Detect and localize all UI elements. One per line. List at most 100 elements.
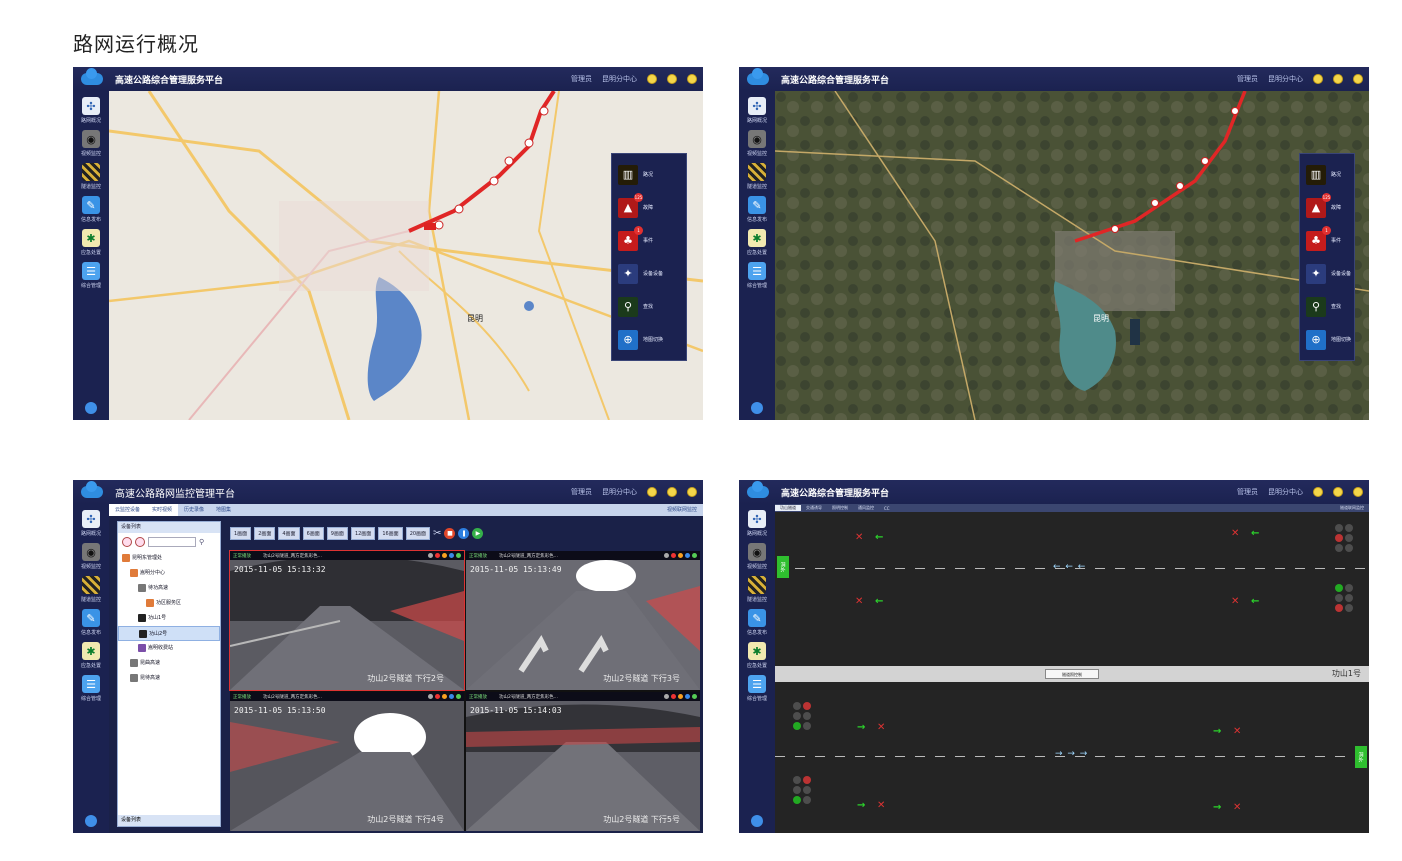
play-icon[interactable] xyxy=(692,694,697,699)
tool-search[interactable]: ⚲ 查找 xyxy=(1300,290,1354,323)
collapse-icon[interactable] xyxy=(135,537,145,547)
tools-icon[interactable]: ✂ xyxy=(433,528,441,539)
tree-node[interactable]: 功山1号 xyxy=(118,611,220,626)
play-icon[interactable]: ▶ xyxy=(472,527,484,539)
stop-icon[interactable]: ■ xyxy=(444,527,456,539)
layout-button[interactable]: 4画面 xyxy=(278,526,300,540)
sidebar-item-tunnel[interactable]: 隧道监控 xyxy=(739,163,775,190)
sidebar-item-road-overview[interactable]: ✣ 路网概况 xyxy=(739,97,775,124)
tool-search[interactable]: ⚲ 查找 xyxy=(612,290,686,323)
settings-icon[interactable] xyxy=(685,553,690,558)
tree-node-selected[interactable]: 功山2号 xyxy=(118,626,220,641)
minimize-icon[interactable] xyxy=(1313,74,1323,84)
close-icon[interactable] xyxy=(1353,487,1363,497)
tree-node[interactable]: 昆曲高速 xyxy=(118,656,220,671)
pause-icon[interactable]: ❚ xyxy=(458,527,470,539)
user-avatar-icon[interactable] xyxy=(751,815,763,827)
video-cell[interactable]: 正常播放 功山2号隧道_两方定焦彩色... 2015-11-05 15:13:32… xyxy=(229,550,465,691)
snapshot-icon[interactable] xyxy=(428,694,433,699)
tree-node[interactable]: 嵩明分中心 xyxy=(118,566,220,581)
sidebar-item-info[interactable]: ✎ 信息发布 xyxy=(739,609,775,636)
video-cell[interactable]: 正常播放 功山2号隧道_两方定焦彩色... 2015-11-05 15:13:50… xyxy=(230,692,464,831)
maximize-icon[interactable] xyxy=(667,487,677,497)
center-name[interactable]: 昆明分中心 xyxy=(1268,487,1303,497)
settings-icon[interactable] xyxy=(449,694,454,699)
tab-map-set[interactable]: 地图集 xyxy=(210,504,237,516)
record-icon[interactable] xyxy=(671,694,676,699)
tab-video-network[interactable]: 视频联网监控 xyxy=(661,504,703,516)
sidebar-item-emergency[interactable]: ✱ 应急处置 xyxy=(739,229,775,256)
user-avatar-icon[interactable] xyxy=(85,815,97,827)
layout-button[interactable]: 12画面 xyxy=(350,526,376,540)
tool-traffic[interactable]: ▥ 路况 xyxy=(612,158,686,191)
sidebar-item-management[interactable]: ☰ 综合管理 xyxy=(73,262,109,289)
sidebar-item-video[interactable]: ◉ 视频监控 xyxy=(739,543,775,570)
tool-event[interactable]: ♣ 1 事件 xyxy=(1300,224,1354,257)
tree-node[interactable]: 待功高速 xyxy=(118,581,220,596)
sidebar-item-management[interactable]: ☰ 综合管理 xyxy=(739,262,775,289)
sidebar-item-tunnel[interactable]: 隧道监控 xyxy=(739,576,775,603)
refresh-icon[interactable] xyxy=(122,537,132,547)
tab-history-recording[interactable]: 历史录像 xyxy=(178,504,210,516)
satellite-map[interactable]: 昆明 ▥ 路况 ▲ 125 故障 ♣ 1 事件 ✦ 设备设备 ⚲ 查找 ⊕ 地图切换 xyxy=(775,91,1369,420)
video-cell[interactable]: 正常播放 功山2号隧道_两方定焦彩色... 2015-11-05 15:14:03… xyxy=(466,692,700,831)
tab-cloud-device[interactable]: 云监控设备 xyxy=(109,504,147,516)
user-name[interactable]: 管理员 xyxy=(571,487,592,497)
play-icon[interactable] xyxy=(692,553,697,558)
maximize-icon[interactable] xyxy=(1333,74,1343,84)
user-avatar-icon[interactable] xyxy=(751,402,763,414)
tool-device[interactable]: ✦ 设备设备 xyxy=(1300,257,1354,290)
zoom-icon[interactable] xyxy=(442,553,447,558)
sidebar-item-info[interactable]: ✎ 信息发布 xyxy=(73,609,109,636)
sidebar-item-info[interactable]: ✎ 信息发布 xyxy=(73,196,109,223)
sidebar-item-tunnel[interactable]: 隧道监控 xyxy=(73,576,109,603)
close-icon[interactable] xyxy=(687,487,697,497)
tool-traffic[interactable]: ▥ 路况 xyxy=(1300,158,1354,191)
record-icon[interactable] xyxy=(435,694,440,699)
user-name[interactable]: 管理员 xyxy=(571,74,592,84)
satellite-map-canvas[interactable] xyxy=(775,91,1369,420)
road-map[interactable]: 昆明 ▥ 路况 ▲ 125 故障 ♣ 1 事件 ✦ 设备设备 ⚲ 查找 ⊕ 地图切换 xyxy=(109,91,703,420)
center-name[interactable]: 昆明分中心 xyxy=(1268,74,1303,84)
sidebar-item-emergency[interactable]: ✱ 应急处置 xyxy=(739,642,775,669)
tree-node[interactable]: 功区服务区 xyxy=(118,596,220,611)
record-icon[interactable] xyxy=(671,553,676,558)
close-icon[interactable] xyxy=(1353,74,1363,84)
maximize-icon[interactable] xyxy=(667,74,677,84)
sidebar-item-road-overview[interactable]: ✣ 路网概况 xyxy=(73,510,109,537)
tool-fault[interactable]: ▲ 125 故障 xyxy=(612,191,686,224)
zoom-icon[interactable] xyxy=(678,694,683,699)
play-icon[interactable] xyxy=(456,694,461,699)
layout-button[interactable]: 9画面 xyxy=(326,526,348,540)
minimize-icon[interactable] xyxy=(647,74,657,84)
snapshot-icon[interactable] xyxy=(428,553,433,558)
maximize-icon[interactable] xyxy=(1333,487,1343,497)
record-icon[interactable] xyxy=(435,553,440,558)
sidebar-item-tunnel[interactable]: 隧道监控 xyxy=(73,163,109,190)
sidebar-item-video[interactable]: ◉ 视频监控 xyxy=(739,130,775,157)
tool-event[interactable]: ♣ 1 事件 xyxy=(612,224,686,257)
tab-gongshan-tunnel[interactable]: 功山隧道 xyxy=(775,505,801,511)
device-list-footer[interactable]: 设备列表 xyxy=(118,815,220,826)
settings-icon[interactable] xyxy=(449,553,454,558)
video-cell[interactable]: 正常播放 功山2号隧道_两方定焦彩色... 2015-11-05 15:13:49… xyxy=(466,551,700,690)
user-name[interactable]: 管理员 xyxy=(1237,487,1258,497)
lighting-control-button[interactable]: 隧道照控制 xyxy=(1045,669,1099,679)
minimize-icon[interactable] xyxy=(1313,487,1323,497)
play-icon[interactable] xyxy=(456,553,461,558)
layout-button[interactable]: 20画面 xyxy=(405,526,431,540)
tree-node[interactable]: 昆明东管理处 xyxy=(118,551,220,566)
tool-map-switch[interactable]: ⊕ 地图切换 xyxy=(1300,323,1354,356)
minimize-icon[interactable] xyxy=(647,487,657,497)
device-search-input[interactable] xyxy=(148,537,196,547)
layout-button[interactable]: 16画面 xyxy=(378,526,403,540)
tab-lighting[interactable]: 照明控制 xyxy=(827,505,853,511)
user-name[interactable]: 管理员 xyxy=(1237,74,1258,84)
sidebar-item-management[interactable]: ☰ 综合管理 xyxy=(739,675,775,702)
sidebar-item-emergency[interactable]: ✱ 应急处置 xyxy=(73,229,109,256)
tab-ventilation[interactable]: 通风监控 xyxy=(853,505,879,511)
tab-traffic-guidance[interactable]: 交通诱导 xyxy=(801,505,827,511)
layout-button[interactable]: 1画面 xyxy=(230,526,252,540)
settings-icon[interactable] xyxy=(685,694,690,699)
user-avatar-icon[interactable] xyxy=(85,402,97,414)
